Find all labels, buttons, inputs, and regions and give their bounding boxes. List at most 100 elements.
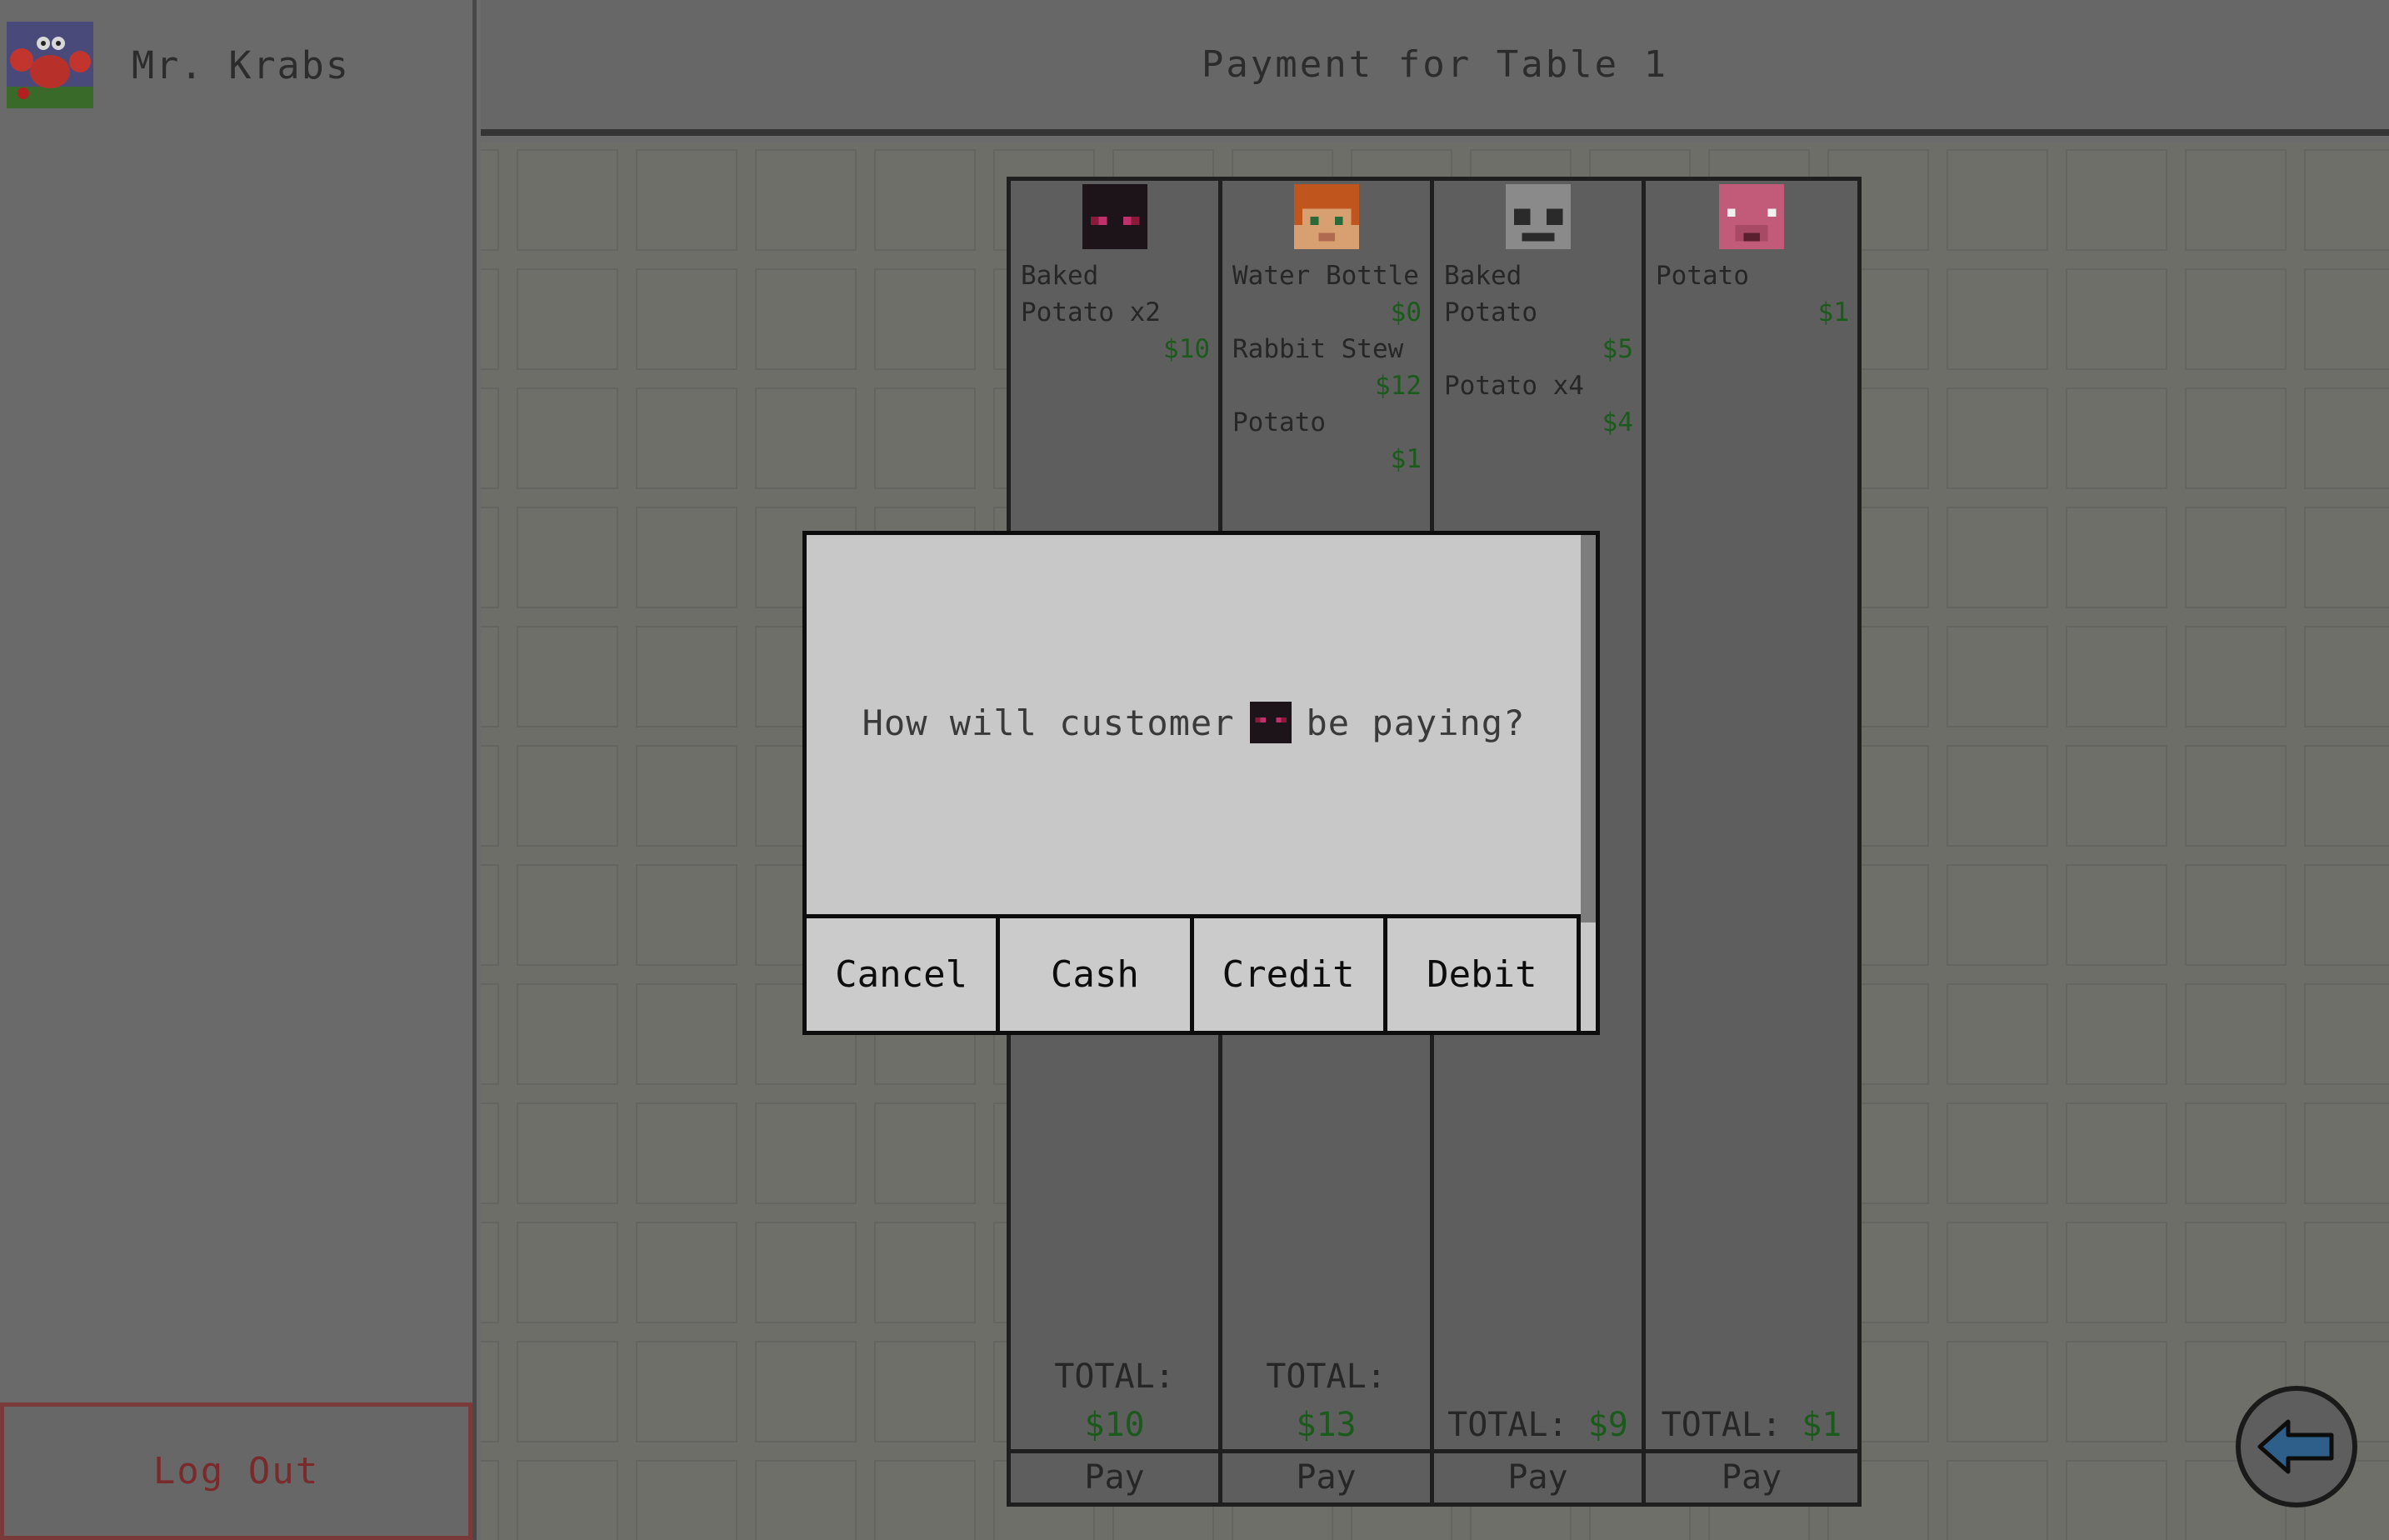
floor-tile xyxy=(636,626,737,728)
enderman-face-icon xyxy=(1249,702,1292,743)
floor-tile xyxy=(755,1102,857,1204)
floor-tile xyxy=(481,1102,499,1204)
floor-tile xyxy=(1947,864,2048,966)
floor-tile xyxy=(481,1341,499,1442)
floor-tile xyxy=(636,507,737,608)
item-price: $1 xyxy=(1390,444,1422,474)
cancel-button[interactable]: Cancel xyxy=(807,918,1001,1031)
dialog-message-start: How will customer xyxy=(862,702,1235,743)
order-column: Potato $1 TOTAL: $1 Pay xyxy=(1646,181,1857,1502)
item-name: Baked Potato xyxy=(1444,261,1537,328)
floor-tile xyxy=(2185,507,2287,608)
floor-tile xyxy=(1947,1222,2048,1323)
total-amount: $9 xyxy=(1587,1406,1628,1444)
page-title: Payment for Table 1 xyxy=(1201,43,1669,86)
pay-button[interactable]: Pay xyxy=(1434,1449,1642,1502)
floor-tile xyxy=(2185,983,2287,1085)
floor-tile xyxy=(1947,1460,2048,1540)
floor-tile xyxy=(517,864,618,966)
floor-tile xyxy=(2066,864,2167,966)
floor-tile xyxy=(2185,626,2287,728)
floor-tile xyxy=(2066,745,2167,847)
floor-tile xyxy=(755,1341,857,1442)
user-profile: Mr. Krabs xyxy=(7,22,350,108)
floor-tile xyxy=(1947,626,2048,728)
logout-button[interactable]: Log Out xyxy=(0,1402,472,1540)
floor-tile xyxy=(481,388,499,489)
pay-button[interactable]: Pay xyxy=(1011,1449,1218,1502)
floor-tile xyxy=(1947,1341,2048,1442)
alex-face-icon xyxy=(1293,184,1359,249)
floor-tile xyxy=(755,1222,857,1323)
pay-button[interactable]: Pay xyxy=(1646,1449,1857,1502)
floor-tile xyxy=(636,1102,737,1204)
item-price: $4 xyxy=(1602,408,1633,438)
floor-tile xyxy=(636,745,737,847)
floor-tile xyxy=(2185,864,2287,966)
floor-tile xyxy=(1947,983,2048,1085)
floor-tile xyxy=(481,268,499,370)
floor-tile xyxy=(755,149,857,251)
floor-tile xyxy=(517,507,618,608)
floor-tile xyxy=(517,1222,618,1323)
floor-tile xyxy=(481,1460,499,1540)
username: Mr. Krabs xyxy=(132,42,350,88)
floor-tile xyxy=(874,149,976,251)
floor-tile xyxy=(517,626,618,728)
order-total: TOTAL: $10 xyxy=(1011,1352,1218,1449)
floor-tile xyxy=(481,149,499,251)
pay-button[interactable]: Pay xyxy=(1222,1449,1430,1502)
total-amount: $1 xyxy=(1802,1406,1842,1444)
floor-tile xyxy=(481,1222,499,1323)
total-amount: $10 xyxy=(1084,1406,1145,1444)
floor-tile xyxy=(755,388,857,489)
floor-tile xyxy=(2304,149,2389,251)
floor-tile xyxy=(2066,1102,2167,1204)
cash-button[interactable]: Cash xyxy=(1000,918,1194,1031)
floor-tile xyxy=(874,388,976,489)
floor-tile xyxy=(2185,1222,2287,1323)
floor-tile xyxy=(2185,388,2287,489)
order-items: Water Bottle $0 Rabbit Stew $12 Potato $… xyxy=(1232,258,1422,478)
floor-tile xyxy=(874,1341,976,1442)
floor-tile xyxy=(2304,507,2389,608)
floor-tile xyxy=(636,1222,737,1323)
floor-tile xyxy=(2304,983,2389,1085)
total-label: TOTAL: xyxy=(1661,1406,1782,1444)
floor-tile xyxy=(2185,268,2287,370)
total-label: TOTAL: xyxy=(1447,1406,1568,1444)
dialog-message-end: be paying? xyxy=(1306,702,1526,743)
order-items: Baked Potato x2 $10 xyxy=(1021,258,1210,368)
floor-tile xyxy=(517,1102,618,1204)
floor-tile xyxy=(1947,388,2048,489)
credit-button[interactable]: Credit xyxy=(1193,918,1387,1031)
floor-tile xyxy=(1947,507,2048,608)
floor-tile xyxy=(2304,268,2389,370)
floor-tile xyxy=(2304,626,2389,728)
floor-tile xyxy=(636,388,737,489)
floor-tile xyxy=(481,745,499,847)
item-name: Potato xyxy=(1232,408,1326,438)
sidebar: Mr. Krabs Log Out xyxy=(0,0,477,1540)
floor-tile xyxy=(636,864,737,966)
enderman-face-icon xyxy=(1082,184,1147,249)
floor-tile xyxy=(481,864,499,966)
floor-tile xyxy=(2066,1341,2167,1442)
floor-tile xyxy=(2066,388,2167,489)
floor-tile xyxy=(1947,1102,2048,1204)
floor-tile xyxy=(481,626,499,728)
floor-tile xyxy=(755,268,857,370)
floor-tile xyxy=(2066,507,2167,608)
floor-tile xyxy=(2304,388,2389,489)
floor-tile xyxy=(481,983,499,1085)
floor-tile xyxy=(481,507,499,608)
item-price: $5 xyxy=(1602,334,1633,364)
debit-button[interactable]: Debit xyxy=(1387,918,1577,1031)
floor-tile xyxy=(755,1460,857,1540)
dialog-scrollbar[interactable] xyxy=(1581,535,1596,922)
floor-tile xyxy=(874,1222,976,1323)
back-arrow-icon[interactable] xyxy=(2235,1385,2358,1508)
floor-tile xyxy=(2185,745,2287,847)
floor-tile xyxy=(874,1102,976,1204)
pig-face-icon xyxy=(1719,184,1784,249)
